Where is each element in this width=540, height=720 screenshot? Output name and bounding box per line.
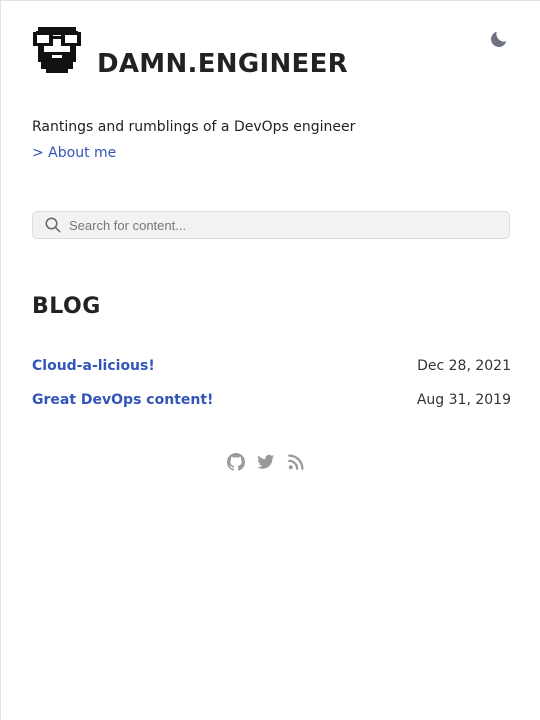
rss-icon: [288, 454, 304, 470]
search-icon: [45, 217, 61, 233]
search-box[interactable]: [32, 211, 510, 239]
post-title-link[interactable]: Cloud-a-licious!: [32, 358, 155, 374]
site-tagline: Rantings and rumblings of a DevOps engin…: [32, 119, 356, 135]
github-link[interactable]: [227, 453, 245, 471]
about-me-link[interactable]: > About me: [32, 144, 116, 162]
twitter-link[interactable]: [257, 453, 275, 471]
post-title-link[interactable]: Great DevOps content!: [32, 392, 213, 408]
post-date: Aug 31, 2019: [416, 392, 511, 408]
social-links: [227, 453, 317, 471]
site-title[interactable]: DAMN.ENGINEER: [97, 49, 348, 79]
moon-icon[interactable]: [488, 28, 510, 50]
bearded-glasses-avatar-icon[interactable]: [32, 25, 82, 75]
blog-heading: BLOG: [32, 294, 101, 319]
rss-link[interactable]: [287, 453, 305, 471]
twitter-icon: [257, 454, 275, 469]
post-date: Dec 28, 2021: [417, 358, 511, 374]
post-list: Cloud-a-licious! Dec 28, 2021 Great DevO…: [32, 356, 511, 424]
site-header: DAMN.ENGINEER: [32, 25, 348, 79]
search-input[interactable]: [69, 217, 489, 233]
list-item: Great DevOps content! Aug 31, 2019: [32, 390, 511, 410]
github-icon: [227, 453, 245, 471]
list-item: Cloud-a-licious! Dec 28, 2021: [32, 356, 511, 376]
